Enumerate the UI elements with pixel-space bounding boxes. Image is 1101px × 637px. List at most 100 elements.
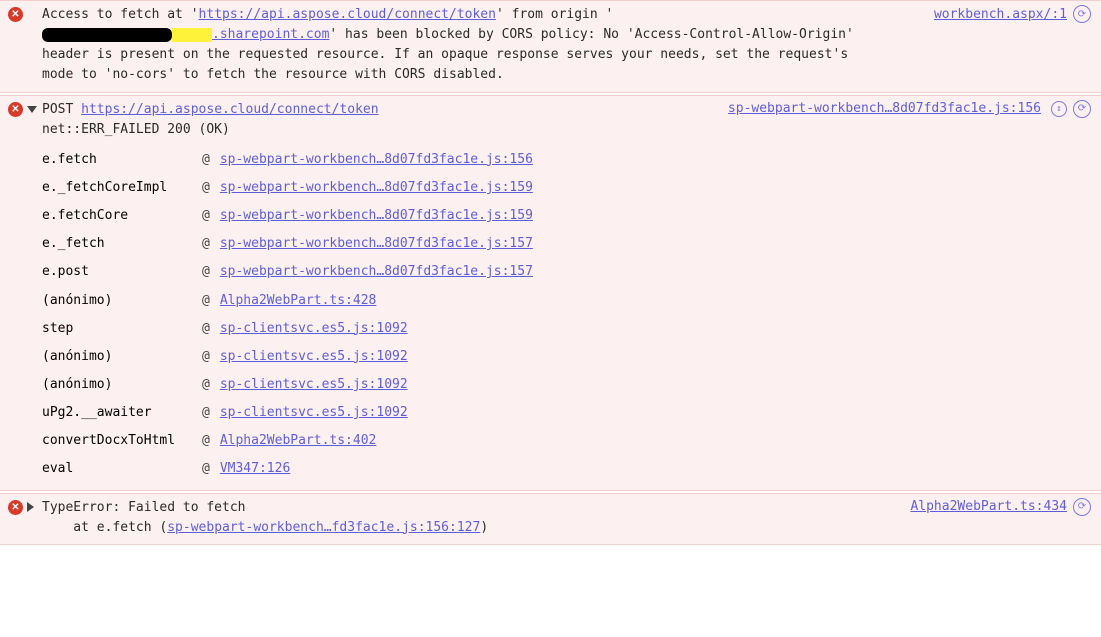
stack-row: eval@VM347:126 bbox=[42, 455, 543, 483]
console-message: Access to fetch at 'https://api.aspose.c… bbox=[42, 7, 854, 82]
stack-fn: eval bbox=[42, 455, 202, 483]
stack-line-post: ) bbox=[480, 520, 488, 535]
redaction-black bbox=[42, 28, 172, 42]
stack-at: @ bbox=[202, 315, 220, 343]
stack-where: sp-webpart-workbench…8d07fd3fac1e.js:159 bbox=[220, 202, 543, 230]
status-text: net::ERR_FAILED 200 (OK) bbox=[42, 122, 230, 137]
stack-trace: e.fetch@sp-webpart-workbench…8d07fd3fac1… bbox=[42, 146, 883, 484]
stack-where: sp-webpart-workbench…8d07fd3fac1e.js:156 bbox=[220, 146, 543, 174]
stack-link[interactable]: sp-clientsvc.es5.js:1092 bbox=[220, 405, 408, 420]
request-url-link[interactable]: https://api.aspose.cloud/connect/token bbox=[81, 102, 378, 117]
stack-fn: e._fetch bbox=[42, 230, 202, 258]
stack-table: e.fetch@sp-webpart-workbench…8d07fd3fac1… bbox=[42, 146, 543, 484]
stack-where: sp-clientsvc.es5.js:1092 bbox=[220, 399, 543, 427]
ai-explain-icon[interactable]: ⟳ bbox=[1073, 5, 1091, 23]
source-link[interactable]: sp-webpart-workbench…8d07fd3fac1e.js:156 bbox=[728, 101, 1041, 116]
stack-at: @ bbox=[202, 287, 220, 315]
stack-where: sp-clientsvc.es5.js:1092 bbox=[220, 315, 543, 343]
console-entry-error: ✕ TypeError: Failed to fetch at e.fetch … bbox=[0, 493, 1101, 545]
stack-at: @ bbox=[202, 399, 220, 427]
stack-where: sp-webpart-workbench…8d07fd3fac1e.js:159 bbox=[220, 174, 543, 202]
entry-gutter: ✕ bbox=[8, 100, 42, 117]
stack-where: sp-clientsvc.es5.js:1092 bbox=[220, 343, 543, 371]
stack-link[interactable]: Alpha2WebPart.ts:428 bbox=[220, 293, 377, 308]
stack-fn: e.fetch bbox=[42, 146, 202, 174]
http-method: POST bbox=[42, 102, 73, 117]
disclosure-toggle[interactable] bbox=[27, 502, 34, 512]
stack-line-pre: at e.fetch ( bbox=[42, 520, 167, 535]
stack-link[interactable]: sp-webpart-workbench…8d07fd3fac1e.js:157 bbox=[220, 236, 533, 251]
stack-link[interactable]: sp-webpart-workbench…fd3fac1e.js:156:127 bbox=[167, 520, 480, 535]
stack-link[interactable]: sp-webpart-workbench…8d07fd3fac1e.js:159 bbox=[220, 180, 533, 195]
stack-at: @ bbox=[202, 455, 220, 483]
entry-gutter: ✕ bbox=[8, 5, 42, 22]
stack-fn: (anónimo) bbox=[42, 287, 202, 315]
stack-where: VM347:126 bbox=[220, 455, 543, 483]
stack-where: Alpha2WebPart.ts:428 bbox=[220, 287, 543, 315]
entry-gutter: ✕ bbox=[8, 498, 42, 515]
stack-fn: (anónimo) bbox=[42, 343, 202, 371]
stack-where: sp-clientsvc.es5.js:1092 bbox=[220, 371, 543, 399]
source-block: Alpha2WebPart.ts:434 ⟳ bbox=[910, 498, 1091, 516]
source-link[interactable]: Alpha2WebPart.ts:434 bbox=[910, 499, 1067, 514]
url-link[interactable]: .sharepoint.com bbox=[212, 27, 329, 42]
stack-where: sp-webpart-workbench…8d07fd3fac1e.js:157 bbox=[220, 230, 543, 258]
stack-at: @ bbox=[202, 371, 220, 399]
redaction-yellow bbox=[172, 28, 212, 42]
stack-link[interactable]: Alpha2WebPart.ts:402 bbox=[220, 433, 377, 448]
msg-text: ' from origin ' bbox=[496, 7, 613, 22]
error-icon: ✕ bbox=[8, 102, 23, 117]
stack-row: e.post@sp-webpart-workbench…8d07fd3fac1e… bbox=[42, 258, 543, 286]
rebind-icon[interactable]: ↕ bbox=[1051, 101, 1067, 117]
stack-row: e.fetch@sp-webpart-workbench…8d07fd3fac1… bbox=[42, 146, 543, 174]
stack-row: e._fetch@sp-webpart-workbench…8d07fd3fac… bbox=[42, 230, 543, 258]
source-block: workbench.aspx/:1 ⟳ bbox=[934, 5, 1091, 23]
stack-link[interactable]: sp-webpart-workbench…8d07fd3fac1e.js:157 bbox=[220, 264, 533, 279]
error-icon: ✕ bbox=[8, 500, 23, 515]
url-link[interactable]: https://api.aspose.cloud/connect/token bbox=[199, 7, 496, 22]
stack-fn: (anónimo) bbox=[42, 371, 202, 399]
stack-where: sp-webpart-workbench…8d07fd3fac1e.js:157 bbox=[220, 258, 543, 286]
stack-row: convertDocxToHtml@Alpha2WebPart.ts:402 bbox=[42, 427, 543, 455]
stack-link[interactable]: sp-webpart-workbench…8d07fd3fac1e.js:156 bbox=[220, 152, 533, 167]
console-panel: ✕ Access to fetch at 'https://api.aspose… bbox=[0, 0, 1101, 545]
console-message: POST https://api.aspose.cloud/connect/to… bbox=[42, 102, 379, 137]
disclosure-toggle[interactable] bbox=[27, 106, 37, 113]
stack-where: Alpha2WebPart.ts:402 bbox=[220, 427, 543, 455]
stack-at: @ bbox=[202, 202, 220, 230]
stack-row: (anónimo)@sp-clientsvc.es5.js:1092 bbox=[42, 371, 543, 399]
stack-at: @ bbox=[202, 230, 220, 258]
stack-link[interactable]: sp-clientsvc.es5.js:1092 bbox=[220, 349, 408, 364]
stack-row: e._fetchCoreImpl@sp-webpart-workbench…8d… bbox=[42, 174, 543, 202]
entry-body: POST https://api.aspose.cloud/connect/to… bbox=[42, 100, 1093, 484]
stack-fn: e._fetchCoreImpl bbox=[42, 174, 202, 202]
source-block: sp-webpart-workbench…8d07fd3fac1e.js:156… bbox=[728, 100, 1091, 118]
stack-at: @ bbox=[202, 146, 220, 174]
console-entry-error: ✕ Access to fetch at 'https://api.aspose… bbox=[0, 0, 1101, 93]
error-title: TypeError: Failed to fetch bbox=[42, 500, 246, 515]
console-entry-error: ✕ POST https://api.aspose.cloud/connect/… bbox=[0, 95, 1101, 491]
stack-row: step@sp-clientsvc.es5.js:1092 bbox=[42, 315, 543, 343]
stack-link[interactable]: sp-clientsvc.es5.js:1092 bbox=[220, 321, 408, 336]
stack-link[interactable]: VM347:126 bbox=[220, 461, 290, 476]
console-message: TypeError: Failed to fetch at e.fetch (s… bbox=[42, 500, 488, 535]
stack-at: @ bbox=[202, 174, 220, 202]
stack-link[interactable]: sp-clientsvc.es5.js:1092 bbox=[220, 377, 408, 392]
stack-fn: convertDocxToHtml bbox=[42, 427, 202, 455]
stack-at: @ bbox=[202, 427, 220, 455]
stack-fn: e.post bbox=[42, 258, 202, 286]
stack-at: @ bbox=[202, 258, 220, 286]
error-icon: ✕ bbox=[8, 7, 23, 22]
stack-row: e.fetchCore@sp-webpart-workbench…8d07fd3… bbox=[42, 202, 543, 230]
stack-fn: step bbox=[42, 315, 202, 343]
msg-text: Access to fetch at ' bbox=[42, 7, 199, 22]
stack-row: (anónimo)@Alpha2WebPart.ts:428 bbox=[42, 287, 543, 315]
stack-fn: uPg2.__awaiter bbox=[42, 399, 202, 427]
stack-fn: e.fetchCore bbox=[42, 202, 202, 230]
source-link[interactable]: workbench.aspx/:1 bbox=[934, 7, 1067, 22]
ai-explain-icon[interactable]: ⟳ bbox=[1073, 100, 1091, 118]
stack-link[interactable]: sp-webpart-workbench…8d07fd3fac1e.js:159 bbox=[220, 208, 533, 223]
ai-explain-icon[interactable]: ⟳ bbox=[1073, 498, 1091, 516]
stack-row: (anónimo)@sp-clientsvc.es5.js:1092 bbox=[42, 343, 543, 371]
stack-at: @ bbox=[202, 343, 220, 371]
